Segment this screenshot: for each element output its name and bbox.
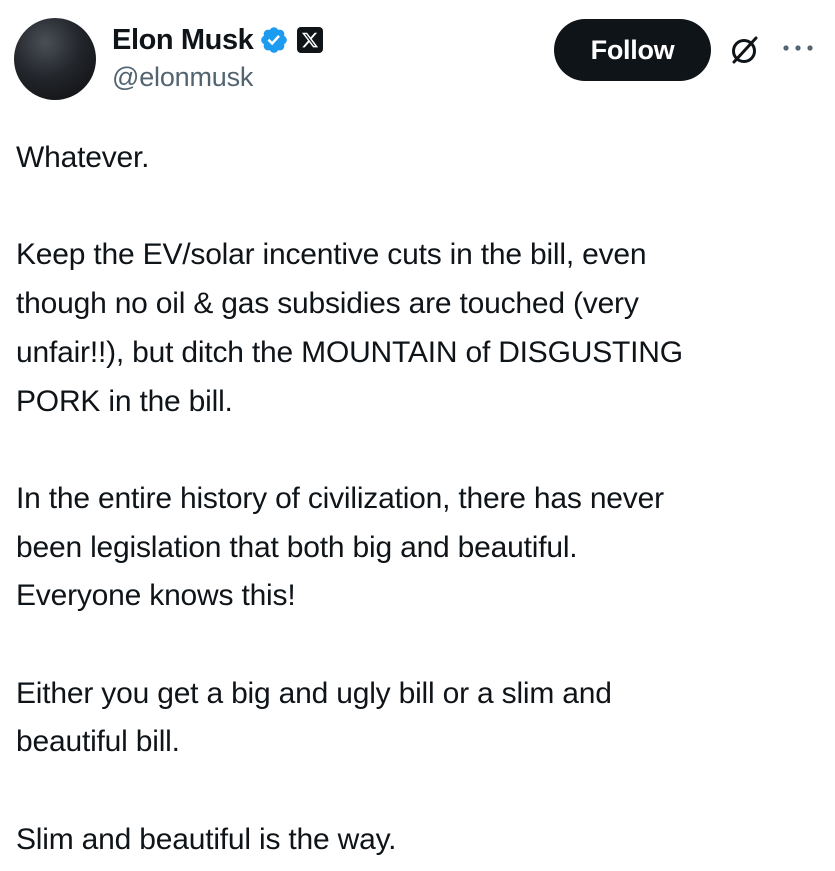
tweet-paragraph: Slim and beautiful is the way. — [16, 822, 397, 856]
x-logo-icon[interactable] — [297, 27, 324, 53]
follow-button[interactable]: Follow — [554, 19, 711, 81]
tweet-paragraph: In the entire history of civilization, t… — [16, 481, 664, 613]
verified-badge-icon[interactable] — [259, 25, 289, 55]
author-avatar[interactable] — [14, 18, 96, 100]
author-info: Elon Musk @elonmusk — [112, 20, 324, 93]
tweet-text: Whatever. Keep the EV/solar incentive cu… — [16, 134, 821, 864]
more-options-icon[interactable] — [778, 28, 818, 68]
author-display-name[interactable]: Elon Musk — [112, 24, 254, 57]
tweet-paragraph: Either you get a big and ugly bill or a … — [16, 676, 612, 759]
tweet-paragraph: Whatever. — [16, 141, 150, 174]
tweet-card: Elon Musk @elonmusk Follow Whatever. Kee… — [0, 0, 835, 871]
tweet-paragraph: Keep the EV/solar incentive cuts in the … — [16, 238, 683, 418]
author-name-row: Elon Musk — [112, 20, 324, 60]
grok-icon[interactable] — [728, 33, 762, 67]
author-handle[interactable]: @elonmusk — [112, 62, 323, 93]
